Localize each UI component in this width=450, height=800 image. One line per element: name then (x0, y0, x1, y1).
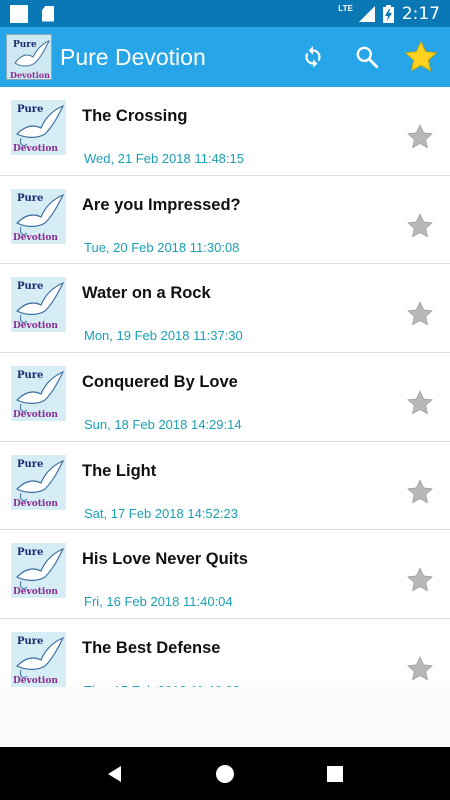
navigation-bar (0, 747, 450, 800)
devotion-thumbnail: Pure Devotion (11, 277, 66, 333)
logo-text-bottom: Devotion (10, 70, 50, 80)
notification-square-icon (10, 4, 28, 23)
search-button[interactable] (348, 38, 386, 76)
recents-button[interactable] (315, 754, 355, 794)
devotion-thumbnail: Pure Devotion (11, 454, 66, 510)
thumb-text-top: Pure (17, 370, 43, 381)
list-item[interactable]: Pure Devotion His Love Never Quits Fri, … (0, 530, 450, 620)
thumb-text-top: Pure (17, 636, 43, 647)
devotion-date: Sat, 17 Feb 2018 14:52:23 (84, 505, 238, 521)
devotion-title: Are you Impressed? (82, 195, 241, 214)
star-icon[interactable] (406, 389, 434, 417)
devotion-date: Fri, 16 Feb 2018 11:40:04 (84, 594, 233, 610)
thumb-text-top: Pure (17, 281, 43, 292)
thumb-text-bottom: Devotion (13, 321, 58, 331)
devotion-thumbnail: Pure Devotion (11, 100, 66, 155)
star-icon[interactable] (406, 212, 434, 240)
thumb-text-bottom: Devotion (13, 233, 58, 243)
thumb-text-top: Pure (17, 193, 43, 204)
thumb-text-top: Pure (17, 459, 43, 470)
devotion-thumbnail: Pure Devotion (11, 188, 66, 244)
logo-text-top: Pure (13, 40, 37, 50)
app-title: Pure Devotion (60, 43, 206, 70)
favorites-star-icon (404, 40, 438, 72)
sd-card-icon (42, 5, 54, 22)
devotion-title: The Crossing (82, 107, 188, 125)
devotion-title: Conquered By Love (82, 373, 238, 392)
search-icon (356, 46, 379, 69)
network-type: LTE (338, 4, 353, 13)
star-icon[interactable] (406, 300, 434, 328)
list-item[interactable]: Pure Devotion Water on a Rock Mon, 19 Fe… (0, 264, 450, 354)
thumb-text-bottom: Devotion (13, 499, 58, 509)
list-item[interactable]: Pure Devotion The Crossing Wed, 21 Feb 2… (0, 87, 450, 176)
list-item[interactable]: Pure Devotion Conquered By Love Sun, 18 … (0, 353, 450, 442)
home-icon (216, 764, 234, 783)
devotion-title: Water on a Rock (82, 284, 211, 303)
devotion-list[interactable]: Pure Devotion The Crossing Wed, 21 Feb 2… (0, 87, 450, 687)
refresh-icon (305, 46, 321, 68)
battery-charging-icon (382, 4, 394, 23)
refresh-button[interactable] (294, 38, 332, 76)
devotion-date: Tue, 20 Feb 2018 11:30:08 (84, 239, 240, 255)
devotion-title: The Best Defense (82, 639, 221, 658)
devotion-title: The Light (82, 461, 157, 480)
signal-icon (358, 5, 375, 22)
home-button[interactable] (205, 754, 245, 794)
thumb-text-bottom: Devotion (13, 587, 58, 597)
app-logo: Pure Devotion (6, 34, 52, 80)
thumb-text-top: Pure (17, 104, 43, 115)
thumb-text-bottom: Devotion (13, 676, 58, 686)
thumb-text-bottom: Devotion (13, 144, 58, 154)
empty-area (0, 687, 450, 747)
app-bar: Pure Devotion Pure Devotion (0, 27, 450, 87)
devotion-date: Wed, 21 Feb 2018 11:48:15 (84, 151, 244, 166)
devotion-date: Sun, 18 Feb 2018 14:29:14 (84, 417, 242, 433)
recents-icon (327, 765, 343, 782)
back-icon (108, 765, 121, 782)
star-icon[interactable] (406, 655, 434, 683)
star-icon[interactable] (406, 566, 434, 594)
devotion-thumbnail: Pure Devotion (11, 632, 66, 687)
thumb-text-top: Pure (17, 547, 43, 558)
devotion-date: Mon, 19 Feb 2018 11:37:30 (84, 328, 243, 344)
thumb-text-bottom: Devotion (13, 410, 58, 420)
list-item[interactable]: Pure Devotion Are you Impressed? Tue, 20… (0, 175, 450, 265)
back-button[interactable] (95, 754, 135, 794)
devotion-thumbnail: Pure Devotion (11, 543, 66, 599)
devotion-thumbnail: Pure Devotion (11, 366, 66, 422)
status-bar: LTE 2:17 (0, 0, 450, 27)
list-item[interactable]: Pure Devotion The Light Sat, 17 Feb 2018… (0, 441, 450, 531)
clock: 2:17 (401, 3, 440, 24)
star-icon[interactable] (406, 478, 434, 506)
favorites-button[interactable] (402, 38, 440, 76)
devotion-title: His Love Never Quits (82, 550, 248, 569)
star-icon[interactable] (406, 123, 434, 151)
list-item[interactable]: Pure Devotion The Best Defense Thu, 15 F… (0, 619, 450, 687)
